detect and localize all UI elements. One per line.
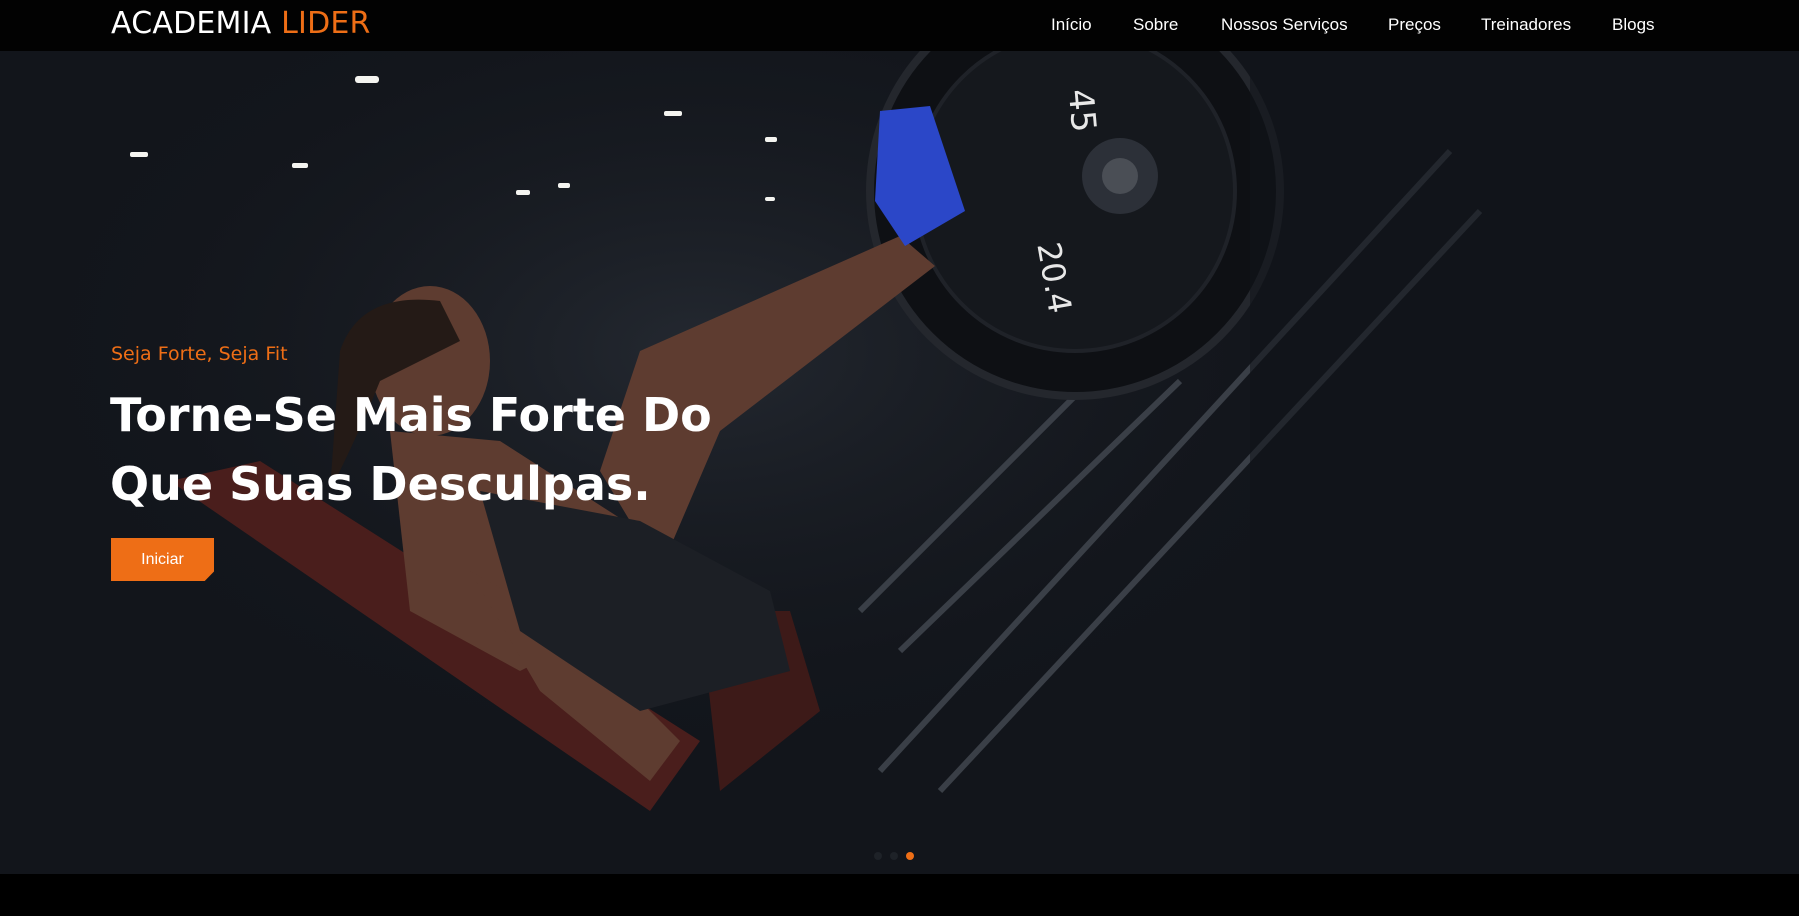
slide-dot-3-active[interactable] bbox=[906, 852, 914, 860]
plate-label-45: 45 bbox=[1060, 87, 1104, 134]
nav-link-precos[interactable]: Preços bbox=[1388, 13, 1441, 37]
hero-headline: Torne-Se Mais Forte Do Que Suas Desculpa… bbox=[110, 388, 712, 511]
nav-link-sobre[interactable]: Sobre bbox=[1133, 13, 1178, 37]
hero-tagline: Seja Forte, Seja Fit bbox=[111, 343, 288, 365]
start-button[interactable]: Iniciar bbox=[111, 538, 214, 581]
nav-link-inicio[interactable]: Início bbox=[1051, 13, 1092, 37]
slide-dot-1[interactable] bbox=[874, 852, 882, 860]
nav-link-treinadores[interactable]: Treinadores bbox=[1481, 13, 1571, 37]
nav-menu: Início Sobre Nossos Serviços Preços Trei… bbox=[0, 13, 1799, 39]
top-navbar: ACADEMIA LIDER Início Sobre Nossos Servi… bbox=[0, 0, 1799, 51]
slide-dot-2[interactable] bbox=[890, 852, 898, 860]
nav-link-servicos[interactable]: Nossos Serviços bbox=[1221, 13, 1348, 37]
nav-link-blogs[interactable]: Blogs bbox=[1612, 13, 1655, 37]
slider-pagination bbox=[874, 852, 914, 862]
hero-slider: 45 20.4 Seja Forte, Seja Fit Torne-Se Ma… bbox=[0, 51, 1799, 874]
page-bottom-strip bbox=[0, 874, 1799, 916]
